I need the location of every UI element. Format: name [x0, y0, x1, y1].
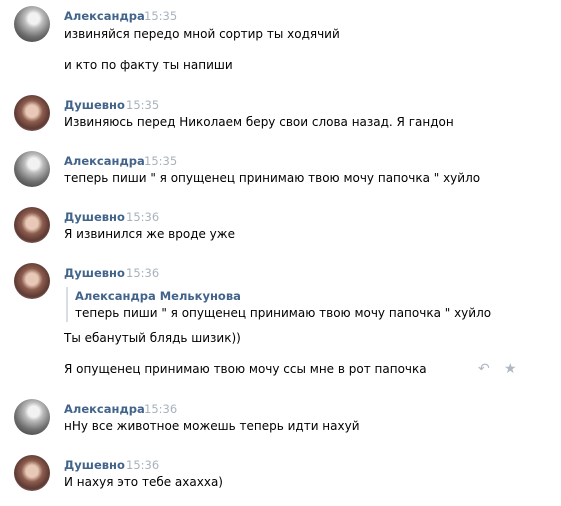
message-text: теперь пиши " я опущенец принимаю твою м…: [64, 171, 481, 185]
avatar[interactable]: [14, 6, 50, 42]
avatar[interactable]: [14, 455, 50, 491]
message-text: и кто по факту ты напиши: [64, 58, 233, 72]
author-name[interactable]: Александра: [64, 154, 145, 168]
timestamp[interactable]: 15:36: [144, 402, 177, 416]
message-text: Я извинился же вроде уже: [64, 227, 235, 241]
forwarded-author[interactable]: Александра Мелькунова: [75, 289, 241, 303]
author-name[interactable]: Душевно: [64, 458, 125, 472]
message-text: Я опущенец принимаю твою мочу ссы мне в …: [64, 362, 427, 376]
author-name[interactable]: Душевно: [64, 98, 125, 112]
author-name[interactable]: Душевно: [64, 210, 125, 224]
forwarded-text: теперь пиши " я опущенец принимаю твою м…: [75, 306, 492, 320]
timestamp[interactable]: 15:35: [144, 154, 177, 168]
message-text: извиняйся передо мной сортир ты ходячий: [64, 27, 340, 41]
avatar[interactable]: [14, 95, 50, 131]
timestamp[interactable]: 15:35: [144, 9, 177, 23]
author-name[interactable]: Душевно: [64, 266, 125, 280]
message-text: И нахуя это тебе ахахха): [64, 475, 223, 489]
message-text: Извиняюсь перед Николаем беру свои слова…: [64, 115, 454, 129]
reply-icon[interactable]: ↶: [478, 361, 490, 377]
message-text: Ты ебанутый блядь шизик)): [64, 331, 241, 345]
forwarded-message-bar: [66, 287, 68, 322]
author-name[interactable]: Александра: [64, 402, 145, 416]
timestamp[interactable]: 15:36: [126, 210, 159, 224]
timestamp[interactable]: 15:35: [126, 98, 159, 112]
timestamp[interactable]: 15:36: [126, 266, 159, 280]
avatar[interactable]: [14, 399, 50, 435]
avatar[interactable]: [14, 263, 50, 299]
message-text: нНу все животное можешь теперь идти наху…: [64, 419, 360, 433]
timestamp[interactable]: 15:36: [126, 458, 159, 472]
star-icon[interactable]: ★: [504, 361, 517, 377]
avatar[interactable]: [14, 151, 50, 187]
avatar[interactable]: [14, 207, 50, 243]
author-name[interactable]: Александра: [64, 9, 145, 23]
